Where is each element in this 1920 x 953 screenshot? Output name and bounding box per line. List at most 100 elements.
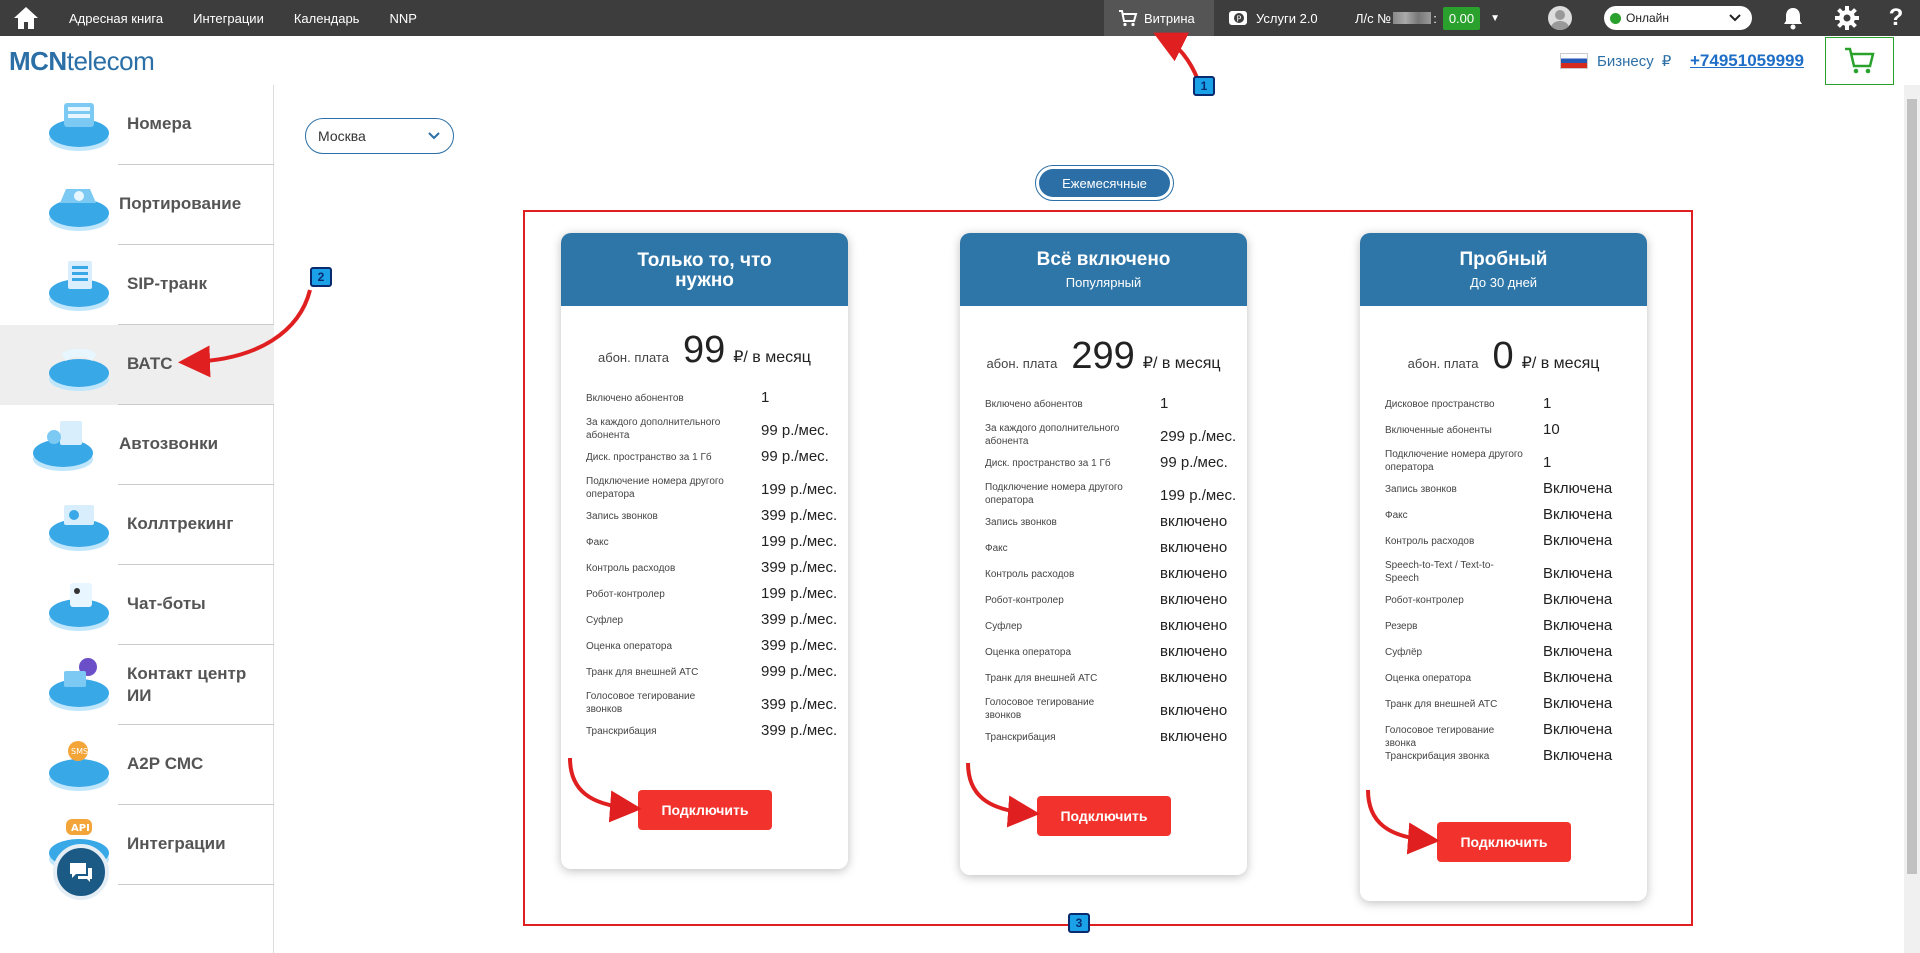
feature-value: Включена bbox=[1543, 721, 1613, 738]
feature-row: Оценка оператора 399 р./мес. bbox=[586, 637, 837, 664]
feature-name: Включенные абоненты bbox=[1385, 425, 1492, 436]
feature-row: Speech-to-Text / Text-to-Speech Включена bbox=[1385, 559, 1625, 592]
sidebar-item-porting[interactable]: Портирование bbox=[0, 165, 274, 245]
top-bar: Адресная книга Интеграции Календарь NNP … bbox=[0, 0, 1920, 36]
feature-row: Робот-контролер 199 р./мес. bbox=[586, 585, 837, 612]
chat-button[interactable] bbox=[53, 844, 109, 900]
logo-bold: MCN bbox=[9, 46, 67, 76]
connect-button[interactable]: Подключить bbox=[1037, 796, 1171, 836]
feature-value: 399 р./мес. bbox=[761, 696, 838, 713]
feature-value: 199 р./мес. bbox=[761, 585, 838, 602]
business-label: Бизнесу bbox=[1597, 52, 1654, 70]
period-monthly-button[interactable]: Ежемесячные bbox=[1039, 169, 1170, 197]
feature-value: Включена bbox=[1543, 617, 1613, 634]
feature-value: 399 р./мес. bbox=[761, 722, 838, 739]
sidebar-item-a2p-sms[interactable]: SMS А2Р СМС bbox=[0, 725, 274, 805]
feature-row: Транк для внешней АТС Включена bbox=[1385, 695, 1625, 722]
feature-value: 99 р./мес. bbox=[761, 422, 829, 439]
cart-icon bbox=[1119, 10, 1138, 27]
feature-row: Суфлер включено bbox=[985, 617, 1228, 644]
sidebar-item-label: Коллтрекинг bbox=[127, 514, 234, 533]
price-prefix: абон. плата bbox=[598, 350, 669, 365]
phone-link[interactable]: +74951059999 bbox=[1690, 51, 1804, 71]
sip-trunk-cloud-icon bbox=[49, 261, 109, 311]
price-value: 299 bbox=[1071, 335, 1135, 377]
online-dot-icon bbox=[1610, 12, 1621, 24]
help-icon[interactable]: ? bbox=[1882, 4, 1910, 32]
sidebar-item-vats[interactable]: ВАТС bbox=[0, 325, 274, 405]
feature-value: включено bbox=[1160, 565, 1228, 582]
price-prefix: абон. плата bbox=[986, 356, 1058, 371]
avatar[interactable] bbox=[1548, 6, 1572, 30]
vitrina-button[interactable]: Витрина bbox=[1104, 0, 1214, 36]
feature-name: Контроль расходов bbox=[586, 563, 676, 574]
scrollbar-thumb[interactable] bbox=[1907, 99, 1917, 874]
logo-rest: telecom bbox=[66, 46, 155, 76]
feature-name: Суфлер bbox=[985, 621, 1023, 632]
feature-value: 399 р./мес. bbox=[761, 611, 838, 628]
annotation-badge-2: 2 bbox=[310, 267, 332, 287]
feature-row: Включенные абоненты 10 bbox=[1385, 421, 1625, 448]
porting-cloud-icon bbox=[49, 189, 109, 231]
home-icon[interactable] bbox=[0, 0, 52, 36]
feature-name: Подключение номера другого оператора bbox=[586, 476, 724, 500]
feature-name: Запись звонков bbox=[1385, 484, 1457, 495]
feature-row: Робот-контролер включено bbox=[985, 591, 1227, 618]
sidebar-item-ai-contact-center[interactable]: Контакт центр ИИ bbox=[0, 645, 274, 725]
feature-name: Робот-контролер bbox=[1385, 595, 1464, 606]
sidebar-item-integrations[interactable]: API Интеграции bbox=[0, 805, 274, 885]
feature-row: За каждого дополнительного абонента 299 р… bbox=[985, 422, 1236, 455]
nav-nnp[interactable]: NNP bbox=[389, 11, 416, 26]
plan-price: абон. плата 0 ₽/ в месяц bbox=[1360, 335, 1647, 378]
city-select[interactable]: Москва bbox=[305, 118, 454, 154]
feature-row: Включено абонентов 1 bbox=[985, 395, 1225, 422]
period-toggle: Ежемесячные bbox=[1035, 165, 1174, 201]
account-suffix: : bbox=[1433, 10, 1437, 26]
feature-row: Факс включено bbox=[985, 539, 1227, 566]
chatbots-cloud-icon bbox=[49, 583, 109, 631]
svg-text:API: API bbox=[71, 823, 90, 834]
calltracking-cloud-icon bbox=[49, 505, 109, 551]
sidebar-item-sip-trunk[interactable]: SIP-транк bbox=[0, 245, 274, 325]
feature-value: 1 bbox=[761, 389, 770, 406]
sidebar-item-label: Портирование bbox=[119, 194, 242, 213]
feature-name: Голосовое тегирование звонка bbox=[1385, 725, 1495, 749]
feature-name: Запись звонков bbox=[985, 517, 1057, 528]
feature-row: Подключение номера другого оператора 199 … bbox=[985, 481, 1236, 514]
account-balance[interactable]: Л/с № : 0.00 ▼ bbox=[1355, 0, 1500, 36]
scrollbar[interactable] bbox=[1904, 85, 1920, 953]
feature-row: Запись звонков 399 р./мес. bbox=[586, 507, 837, 534]
balance-value: 0.00 bbox=[1442, 6, 1481, 30]
sidebar-item-autocalls[interactable]: Автозвонки bbox=[0, 405, 274, 485]
feature-row: Суфлер 399 р./мес. bbox=[586, 611, 837, 638]
sidebar-item-label: SIP-транк bbox=[127, 274, 208, 293]
chevron-down-icon bbox=[1729, 14, 1741, 22]
feature-name: Оценка оператора bbox=[586, 641, 673, 652]
feature-row: Диск. пространство за 1 Гб 99 р./мес. bbox=[985, 454, 1228, 481]
svg-text:SMS: SMS bbox=[71, 747, 88, 756]
connect-button[interactable]: Подключить bbox=[638, 790, 772, 830]
nav-integrations[interactable]: Интеграции bbox=[193, 11, 264, 26]
connect-button[interactable]: Подключить bbox=[1437, 822, 1571, 862]
nav-address-book[interactable]: Адресная книга bbox=[69, 11, 163, 26]
sidebar-item-numbers[interactable]: Номера bbox=[0, 85, 274, 165]
caret-down-icon[interactable]: ▼ bbox=[1490, 13, 1500, 24]
nav-calendar[interactable]: Календарь bbox=[294, 11, 360, 26]
feature-value: 10 bbox=[1543, 421, 1560, 438]
sidebar-item-chatbots[interactable]: Чат-боты bbox=[0, 565, 274, 645]
feature-value: включено bbox=[1160, 617, 1228, 634]
cart-button[interactable] bbox=[1825, 37, 1894, 85]
feature-name: Транк для внешней АТС bbox=[586, 667, 699, 678]
feature-value: 99 р./мес. bbox=[1160, 454, 1228, 471]
plan-card: Пробный До 30 дней абон. плата 0 ₽/ в месяц Д… bbox=[1360, 233, 1647, 901]
bell-icon[interactable] bbox=[1779, 4, 1807, 32]
gear-icon[interactable] bbox=[1833, 4, 1861, 32]
status-select[interactable]: Онлайн bbox=[1604, 6, 1752, 30]
feature-value: 99 р./мес. bbox=[761, 448, 829, 465]
sidebar-item-calltracking[interactable]: Коллтрекинг bbox=[0, 485, 274, 565]
price-prefix: абон. плата bbox=[1407, 356, 1479, 371]
services-button[interactable]: P Услуги 2.0 bbox=[1228, 0, 1318, 36]
business-selector[interactable]: Бизнесу ₽ bbox=[1560, 52, 1671, 70]
logo[interactable]: MCNtelecom bbox=[9, 46, 155, 77]
feature-name: Факс bbox=[985, 543, 1008, 554]
